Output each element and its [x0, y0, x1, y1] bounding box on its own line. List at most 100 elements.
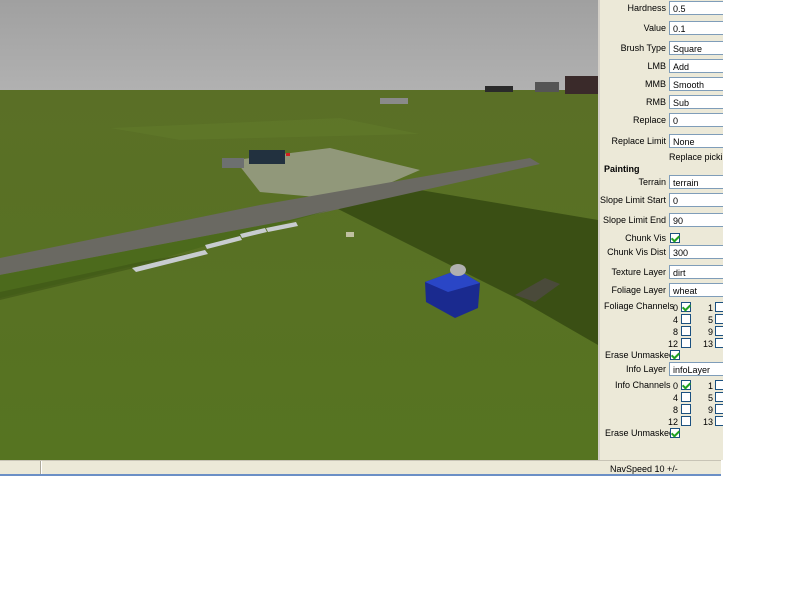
replace-field[interactable]: 0 [669, 113, 723, 127]
info-channels-label: Info Channels [615, 380, 671, 390]
replace-picking-label: Replace picking [669, 152, 723, 162]
mmb-label: MMB [645, 79, 666, 89]
channel-number: 4 [672, 315, 678, 325]
channel-number: 8 [672, 405, 678, 415]
brush-type-label: Brush Type [620, 43, 666, 53]
channel-number: 13 [702, 339, 713, 349]
channel-number: 9 [707, 327, 713, 337]
slope-limit-start-field[interactable]: 0 [669, 193, 723, 207]
erase-unmasked-checkbox[interactable] [670, 428, 680, 438]
sky [0, 0, 598, 95]
value-label: Value [643, 23, 666, 33]
hardness-label: Hardness [627, 3, 666, 13]
hardness-field[interactable]: 0.5 [669, 1, 723, 15]
shed-tank [450, 264, 466, 276]
foliage-channel-checkbox[interactable] [715, 302, 723, 312]
far-building [565, 76, 598, 94]
channel-number: 13 [702, 417, 713, 427]
nav-speed-readout: NavSpeed 10 +/- [610, 464, 678, 474]
replace-label: Replace [632, 115, 666, 125]
lmb-label: LMB [647, 61, 666, 71]
foliage-channel-checkbox[interactable] [681, 302, 691, 312]
foliage-channel-checkbox[interactable] [681, 326, 691, 336]
foliage-channel-checkbox[interactable] [715, 338, 723, 348]
info-layer-select[interactable]: infoLayer [669, 362, 723, 376]
chunk-vis-dist-row: Chunk Vis Dist 300 [600, 245, 723, 261]
terrain-label: Terrain [638, 177, 666, 187]
hardness-row: Hardness 0.5 [600, 1, 723, 17]
terrain-field[interactable]: terrain [669, 175, 723, 189]
info-channel-checkbox[interactable] [715, 404, 723, 414]
texture-layer-row: Texture Layer dirt [600, 265, 723, 281]
foliage-layer-row: Foliage Layer wheat [600, 283, 723, 299]
replace-limit-row: Replace Limit None [600, 134, 723, 150]
rmb-row: RMB Sub [600, 95, 723, 111]
info-layer-label: Info Layer [625, 364, 666, 374]
channel-number: 12 [667, 417, 678, 427]
info-channel-checkbox[interactable] [681, 380, 691, 390]
foliage-channel-checkbox[interactable] [681, 314, 691, 324]
info-channel-checkbox[interactable] [681, 392, 691, 402]
channel-number: 0 [672, 303, 678, 313]
channel-number: 5 [707, 315, 713, 325]
erase-unmasked-label: Erase Unmasked [605, 350, 675, 360]
slope-limit-start-label: Slope Limit Start [599, 195, 666, 205]
foliage-channel-checkbox[interactable] [681, 338, 691, 348]
brush-type-select[interactable]: Square [669, 41, 723, 55]
texture-layer-label: Texture Layer [611, 267, 666, 277]
info-layer-row: Info Layer infoLayer [600, 362, 723, 378]
foliage-channel-checkbox[interactable] [715, 314, 723, 324]
far-building [485, 86, 513, 92]
3d-viewport[interactable] [0, 0, 598, 460]
info-channel-checkbox[interactable] [681, 416, 691, 426]
foliage-layer-label: Foliage Layer [611, 285, 666, 295]
info-channel-checkbox[interactable] [715, 416, 723, 426]
info-channel-checkbox[interactable] [715, 392, 723, 402]
silo-shed [222, 158, 244, 168]
chunk-vis-checkbox[interactable] [670, 233, 680, 243]
channel-number: 1 [707, 303, 713, 313]
replace-limit-label: Replace Limit [611, 136, 666, 146]
brush-type-row: Brush Type Square [600, 41, 723, 57]
texture-layer-select[interactable]: dirt [669, 265, 723, 279]
value-row: Value 0.1 [600, 21, 723, 37]
channel-number: 5 [707, 393, 713, 403]
mmb-select[interactable]: Smooth [669, 77, 723, 91]
small-vehicle [346, 232, 354, 237]
far-building [380, 98, 408, 104]
mmb-row: MMB Smooth [600, 77, 723, 93]
channel-number: 1 [707, 381, 713, 391]
foliage-channel-checkbox[interactable] [715, 326, 723, 336]
red-marker [286, 153, 290, 156]
status-bar: NavSpeed 10 +/- [0, 460, 721, 476]
foliage-layer-select[interactable]: wheat [669, 283, 723, 297]
rmb-select[interactable]: Sub [669, 95, 723, 109]
terrain-row: Terrain terrain [600, 175, 723, 191]
value-field[interactable]: 0.1 [669, 21, 723, 35]
silo-body [249, 150, 285, 164]
info-channel-checkbox[interactable] [681, 404, 691, 414]
channel-number: 4 [672, 393, 678, 403]
channel-number: 8 [672, 327, 678, 337]
painting-section-title: Painting [604, 164, 640, 174]
erase-unmasked-label: Erase Unmasked [605, 428, 675, 438]
lmb-select[interactable]: Add [669, 59, 723, 73]
chunk-vis-label: Chunk Vis [625, 233, 666, 243]
replace-row: Replace 0 [600, 113, 723, 129]
slope-limit-end-label: Slope Limit End [602, 215, 666, 225]
info-channel-checkbox[interactable] [715, 380, 723, 390]
status-separator [41, 461, 42, 474]
rmb-label: RMB [646, 97, 666, 107]
lmb-row: LMB Add [600, 59, 723, 75]
slope-limit-end-row: Slope Limit End 90 [600, 213, 723, 229]
channel-number: 0 [672, 381, 678, 391]
replace-limit-select[interactable]: None [669, 134, 723, 148]
chunk-vis-dist-field[interactable]: 300 [669, 245, 723, 259]
far-building [535, 82, 559, 92]
erase-unmasked-checkbox[interactable] [670, 350, 680, 360]
slope-limit-end-field[interactable]: 90 [669, 213, 723, 227]
channel-number: 9 [707, 405, 713, 415]
channel-number: 12 [667, 339, 678, 349]
chunk-vis-dist-label: Chunk Vis Dist [607, 247, 666, 257]
slope-limit-start-row: Slope Limit Start 0 [600, 193, 723, 209]
